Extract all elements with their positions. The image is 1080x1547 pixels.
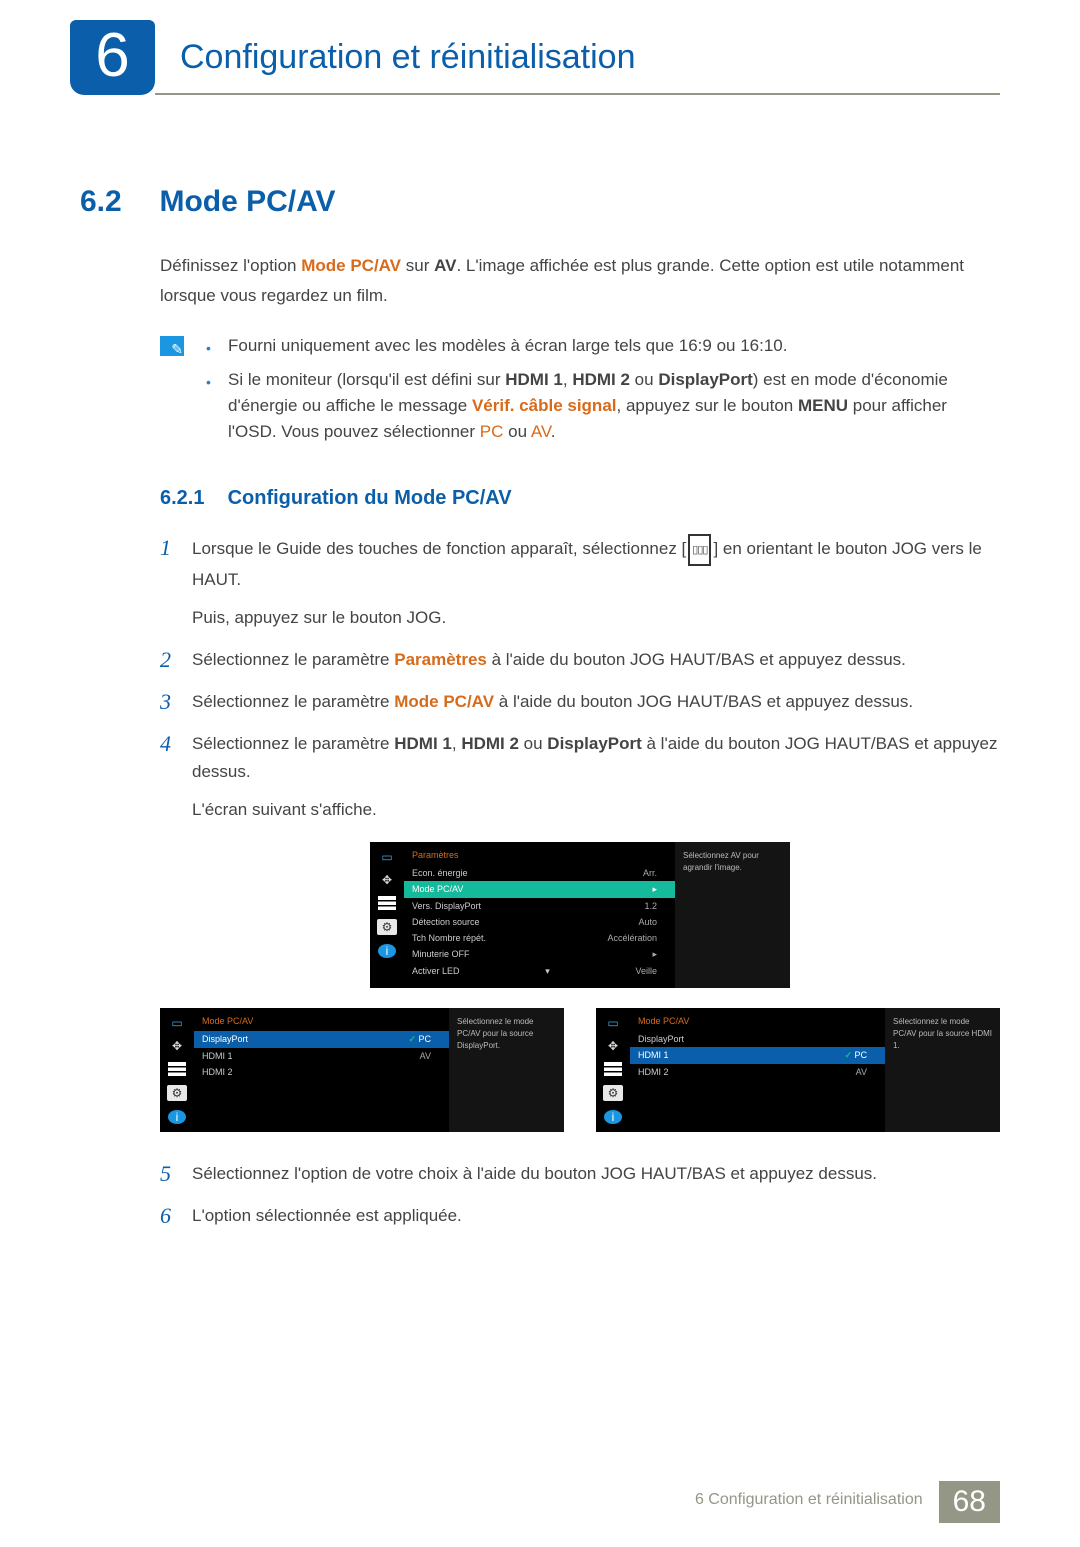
- osd-item-highlighted: Mode PC/AV▸: [404, 881, 675, 898]
- step-1: 1 Lorsque le Guide des touches de foncti…: [160, 534, 1000, 632]
- subsection-number: 6.2.1: [160, 487, 222, 510]
- osd-item-selected: HDMI 1PC: [630, 1047, 885, 1064]
- step-6: 6 L'option sélectionnée est appliquée.: [160, 1202, 1000, 1230]
- gear-icon: ⚙: [603, 1085, 623, 1101]
- osd-main-menu: ▭ ✥ ⚙ i Paramètres Econ. énergieArr. Mod…: [370, 842, 790, 988]
- osd-item: Econ. énergieArr.: [404, 865, 675, 881]
- osd-sidebar-icons: ▭ ✥ ⚙ i: [370, 842, 404, 988]
- move-icon: ✥: [604, 1039, 622, 1053]
- osd-item: Vers. DisplayPort1.2: [404, 898, 675, 914]
- osd-hint: Sélectionnez le mode PC/AV pour la sourc…: [885, 1008, 1000, 1132]
- list-icon: [604, 1062, 622, 1076]
- info-icon: i: [168, 1110, 186, 1124]
- move-icon: ✥: [168, 1039, 186, 1053]
- step-3: 3 Sélectionnez le paramètre Mode PC/AV à…: [160, 688, 1000, 716]
- osd-item: Tch Nombre répét.Accélération: [404, 930, 675, 946]
- section-title: Mode PC/AV: [159, 185, 335, 218]
- footer-chapter-label: 6 Configuration et réinitialisation: [679, 1481, 939, 1523]
- osd-item: HDMI 1AV: [194, 1048, 449, 1064]
- osd-title: Mode PC/AV: [630, 1014, 885, 1031]
- osd-hint: Sélectionnez AV pour agrandir l'image.: [675, 842, 790, 988]
- gear-icon: ⚙: [377, 919, 397, 935]
- menu-icon: ▯▯▯: [688, 534, 711, 566]
- step-2: 2 Sélectionnez le paramètre Paramètres à…: [160, 646, 1000, 674]
- osd-title: Paramètres: [404, 848, 675, 865]
- osd-submenu-displayport: ▭ ✥ ⚙ i Mode PC/AV DisplayPortPC HDMI 1A…: [160, 1008, 564, 1132]
- step-5: 5 Sélectionnez l'option de votre choix à…: [160, 1160, 1000, 1188]
- list-icon: [378, 896, 396, 910]
- chapter-title: Configuration et réinitialisation: [155, 20, 1000, 95]
- osd-item: DisplayPort: [630, 1031, 885, 1047]
- osd-sidebar-icons: ▭ ✥ ⚙ i: [160, 1008, 194, 1132]
- monitor-icon: ▭: [604, 1016, 622, 1030]
- note-item: Fourni uniquement avec les modèles à écr…: [206, 333, 1000, 359]
- osd-hint: Sélectionnez le mode PC/AV pour la sourc…: [449, 1008, 564, 1132]
- section-number: 6.2: [80, 185, 155, 219]
- osd-item: HDMI 2: [194, 1064, 449, 1080]
- chapter-number-tab: 6: [70, 20, 155, 95]
- note-item: Si le moniteur (lorsqu'il est défini sur…: [206, 367, 1000, 445]
- osd-screenshot-group: ▭ ✥ ⚙ i Paramètres Econ. énergieArr. Mod…: [160, 842, 1000, 1132]
- osd-item-selected: DisplayPortPC: [194, 1031, 449, 1048]
- note-block: Fourni uniquement avec les modèles à écr…: [160, 333, 1000, 453]
- osd-item: Activer LED▾Veille: [404, 963, 675, 980]
- page-footer: 6 Configuration et réinitialisation 68: [679, 1481, 1000, 1523]
- info-icon: i: [378, 944, 396, 958]
- osd-title: Mode PC/AV: [194, 1014, 449, 1031]
- osd-item: HDMI 2AV: [630, 1064, 885, 1080]
- gear-icon: ⚙: [167, 1085, 187, 1101]
- osd-sidebar-icons: ▭ ✥ ⚙ i: [596, 1008, 630, 1132]
- subsection-title: Configuration du Mode PC/AV: [228, 487, 512, 509]
- subsection-heading: 6.2.1 Configuration du Mode PC/AV: [160, 487, 1000, 510]
- note-icon: [160, 336, 184, 356]
- osd-submenu-hdmi1: ▭ ✥ ⚙ i Mode PC/AV DisplayPort HDMI 1PC …: [596, 1008, 1000, 1132]
- list-icon: [168, 1062, 186, 1076]
- intro-paragraph: Définissez l'option Mode PC/AV sur AV. L…: [160, 251, 1000, 311]
- monitor-icon: ▭: [378, 850, 396, 864]
- monitor-icon: ▭: [168, 1016, 186, 1030]
- section-heading: 6.2 Mode PC/AV: [80, 185, 1000, 219]
- osd-item: Minuterie OFF▸: [404, 946, 675, 963]
- info-icon: i: [604, 1110, 622, 1124]
- chapter-header: 6 Configuration et réinitialisation: [70, 20, 1000, 95]
- move-icon: ✥: [378, 873, 396, 887]
- footer-page-number: 68: [939, 1481, 1000, 1523]
- osd-item: Détection sourceAuto: [404, 914, 675, 930]
- step-4: 4 Sélectionnez le paramètre HDMI 1, HDMI…: [160, 730, 1000, 824]
